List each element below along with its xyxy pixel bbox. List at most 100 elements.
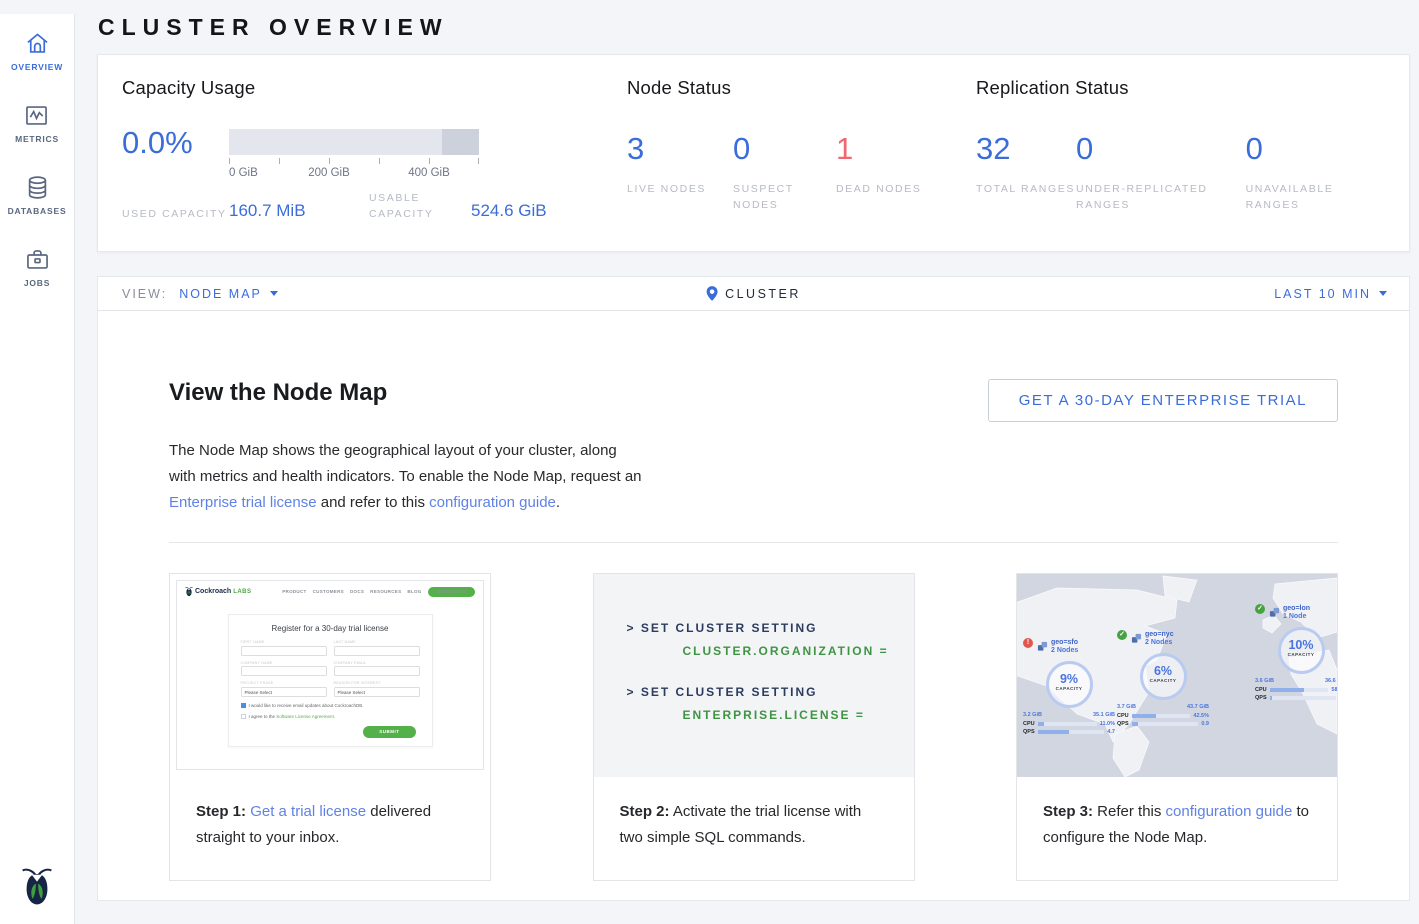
used-capacity-label: USED CAPACITY xyxy=(122,206,229,222)
cpu-label: CPU xyxy=(1117,713,1129,719)
sidebar-item-metrics[interactable]: METRICS xyxy=(15,102,59,144)
mini-field-label: COMPANY EMAIL xyxy=(334,661,420,665)
node-status-section: Node Status 3 LIVE NODES 0 SUSPECT NODES… xyxy=(627,77,976,225)
mini-nav-item: PRODUCT xyxy=(282,589,306,594)
location-pin-icon xyxy=(706,286,717,301)
view-selector-value: NODE MAP xyxy=(179,287,262,301)
qps-bar xyxy=(1038,730,1105,734)
database-icon xyxy=(24,174,51,201)
mini-field-input xyxy=(334,646,420,656)
mini-nav: PRODUCT CUSTOMERS DOCS RESOURCES BLOG DO… xyxy=(282,587,475,597)
cpu-bar xyxy=(1132,714,1191,718)
status-ok-icon: ✓ xyxy=(1117,630,1127,640)
locality-sfo: ! geo=sfo 2 Nodes 9% CAPACITY xyxy=(1023,638,1115,735)
dead-nodes-label: DEAD NODES xyxy=(836,181,921,197)
briefcase-icon xyxy=(24,246,51,273)
nodes-cube-icon xyxy=(1269,605,1280,623)
configuration-guide-link[interactable]: configuration guide xyxy=(429,494,556,511)
view-selector-dropdown[interactable]: NODE MAP xyxy=(179,287,278,301)
replication-status-section: Replication Status 32 TOTAL RANGES 0 UND… xyxy=(976,77,1385,225)
live-nodes-label: LIVE NODES xyxy=(627,181,733,197)
section-divider xyxy=(169,542,1338,543)
mini-field-label: LAST NAME xyxy=(334,640,420,644)
cpu-value: 58.3% xyxy=(1331,687,1337,693)
sidebar-item-jobs[interactable]: JOBS xyxy=(24,246,51,288)
qps-label: QPS xyxy=(1117,721,1129,727)
mini-field-input xyxy=(334,666,420,676)
sidebar-item-label: JOBS xyxy=(24,278,50,288)
under-replicated-ranges-metric: 0 UNDER-REPLICATED RANGES xyxy=(1076,131,1246,213)
qps-value: 4.7 xyxy=(1107,729,1115,735)
locality-node-count: 2 Nodes xyxy=(1051,647,1078,654)
mini-checkbox-checked xyxy=(241,703,246,708)
cockroach-bug-small-icon xyxy=(185,586,193,597)
total-ranges-value: 32 xyxy=(976,131,1076,167)
sidebar-item-label: DATABASES xyxy=(8,206,67,216)
locality-node-count: 1 Node xyxy=(1283,613,1310,620)
mini-nav-item: BLOG xyxy=(407,589,421,594)
time-range-dropdown[interactable]: LAST 10 MIN xyxy=(1274,287,1387,301)
capacity-used: 3.2 GiB xyxy=(1023,712,1042,718)
get-trial-license-link[interactable]: Get a trial license xyxy=(250,803,366,820)
mini-checkbox-label: I would like to receive email updates ab… xyxy=(249,703,364,708)
cockroach-bug-logo-icon xyxy=(21,865,53,912)
mini-field-input xyxy=(241,666,327,676)
suspect-nodes-value: 0 xyxy=(733,131,836,167)
node-map-heading: View the Node Map xyxy=(169,379,387,407)
usable-capacity-value: 524.6 GiB xyxy=(471,201,547,222)
dead-nodes-metric: 1 DEAD NODES xyxy=(836,131,921,213)
enterprise-trial-button[interactable]: GET A 30-DAY ENTERPRISE TRIAL xyxy=(988,379,1338,422)
mini-field-label: FIRST NAME xyxy=(241,640,327,644)
node-status-title: Node Status xyxy=(627,77,976,99)
cluster-breadcrumb-label: CLUSTER xyxy=(725,287,801,301)
sidebar-item-overview[interactable]: OVERVIEW xyxy=(11,30,63,72)
mini-field-label: PROJECT PHASE xyxy=(241,681,327,685)
description-text: . xyxy=(556,494,560,511)
sql-prompt-line: > SET CLUSTER SETTING xyxy=(627,685,914,699)
cpu-value: 42.5% xyxy=(1193,713,1209,719)
mini-brand-text: Cockroach xyxy=(195,588,231,595)
step-text: Refer this xyxy=(1093,803,1166,820)
tick-label-400: 400 GiB xyxy=(408,167,450,179)
sql-commands-illustration: > SET CLUSTER SETTING CLUSTER.ORGANIZATI… xyxy=(594,574,914,777)
step-3-card: ! geo=sfo 2 Nodes 9% CAPACITY xyxy=(1016,573,1338,881)
nodes-cube-icon xyxy=(1131,631,1142,649)
capacity-usage-section: Capacity Usage 0.0% 0 GiB 200 GiB 400 Gi… xyxy=(122,77,627,225)
mini-cockroach-logo: Cockroach LABS xyxy=(185,586,252,597)
capacity-total: 36.6 GiB xyxy=(1325,678,1337,684)
sidebar-item-databases[interactable]: DATABASES xyxy=(8,174,67,216)
cluster-summary-card: Capacity Usage 0.0% 0 GiB 200 GiB 400 Gi… xyxy=(97,54,1410,252)
tick-label-0: 0 GiB xyxy=(229,167,258,179)
step-1-caption: Step 1: Get a trial license delivered st… xyxy=(170,777,490,851)
status-ok-icon: ✓ xyxy=(1255,604,1265,614)
locality-node-count: 2 Nodes xyxy=(1145,639,1174,646)
unavailable-ranges-value: 0 xyxy=(1246,131,1385,167)
capacity-gauge: 0 GiB 200 GiB 400 GiB xyxy=(229,129,479,182)
configuration-guide-link[interactable]: configuration guide xyxy=(1166,803,1293,820)
house-icon xyxy=(24,30,51,57)
mini-field-select: Please Select xyxy=(334,687,420,697)
node-map-card: View the Node Map GET A 30-DAY ENTERPRIS… xyxy=(97,311,1410,901)
sql-prompt-line: > SET CLUSTER SETTING xyxy=(627,621,914,635)
cpu-label: CPU xyxy=(1023,721,1035,727)
unavailable-ranges-label: UNAVAILABLE RANGES xyxy=(1246,181,1385,213)
locality-name: geo=sfo xyxy=(1051,638,1078,647)
qps-bar xyxy=(1270,696,1337,700)
caret-down-icon xyxy=(1379,291,1387,296)
donut-label: CAPACITY xyxy=(1281,652,1322,657)
sidebar: OVERVIEW METRICS DATABASES JOBS xyxy=(0,14,75,924)
locality-lon: ✓ geo=lon 1 Node 10% CAPACITY xyxy=(1255,604,1337,701)
dead-nodes-value: 1 xyxy=(836,131,921,167)
under-replicated-ranges-value: 0 xyxy=(1076,131,1246,167)
description-text: The Node Map shows the geographical layo… xyxy=(169,442,642,485)
mini-download-button: DOWNLOAD xyxy=(428,587,475,597)
enterprise-trial-license-link[interactable]: Enterprise trial license xyxy=(169,494,317,511)
page-title: CLUSTER OVERVIEW xyxy=(98,14,1410,41)
capacity-used: 3.7 GiB xyxy=(1117,704,1136,710)
capacity-donut: 9% CAPACITY xyxy=(1046,661,1093,708)
description-text: and refer to this xyxy=(317,494,430,511)
mini-field-label: REASON FOR INTEREST xyxy=(334,681,420,685)
sql-setting-line: CLUSTER.ORGANIZATION = xyxy=(683,644,914,658)
capacity-donut: 6% CAPACITY xyxy=(1140,653,1187,700)
sidebar-item-label: OVERVIEW xyxy=(11,62,63,72)
